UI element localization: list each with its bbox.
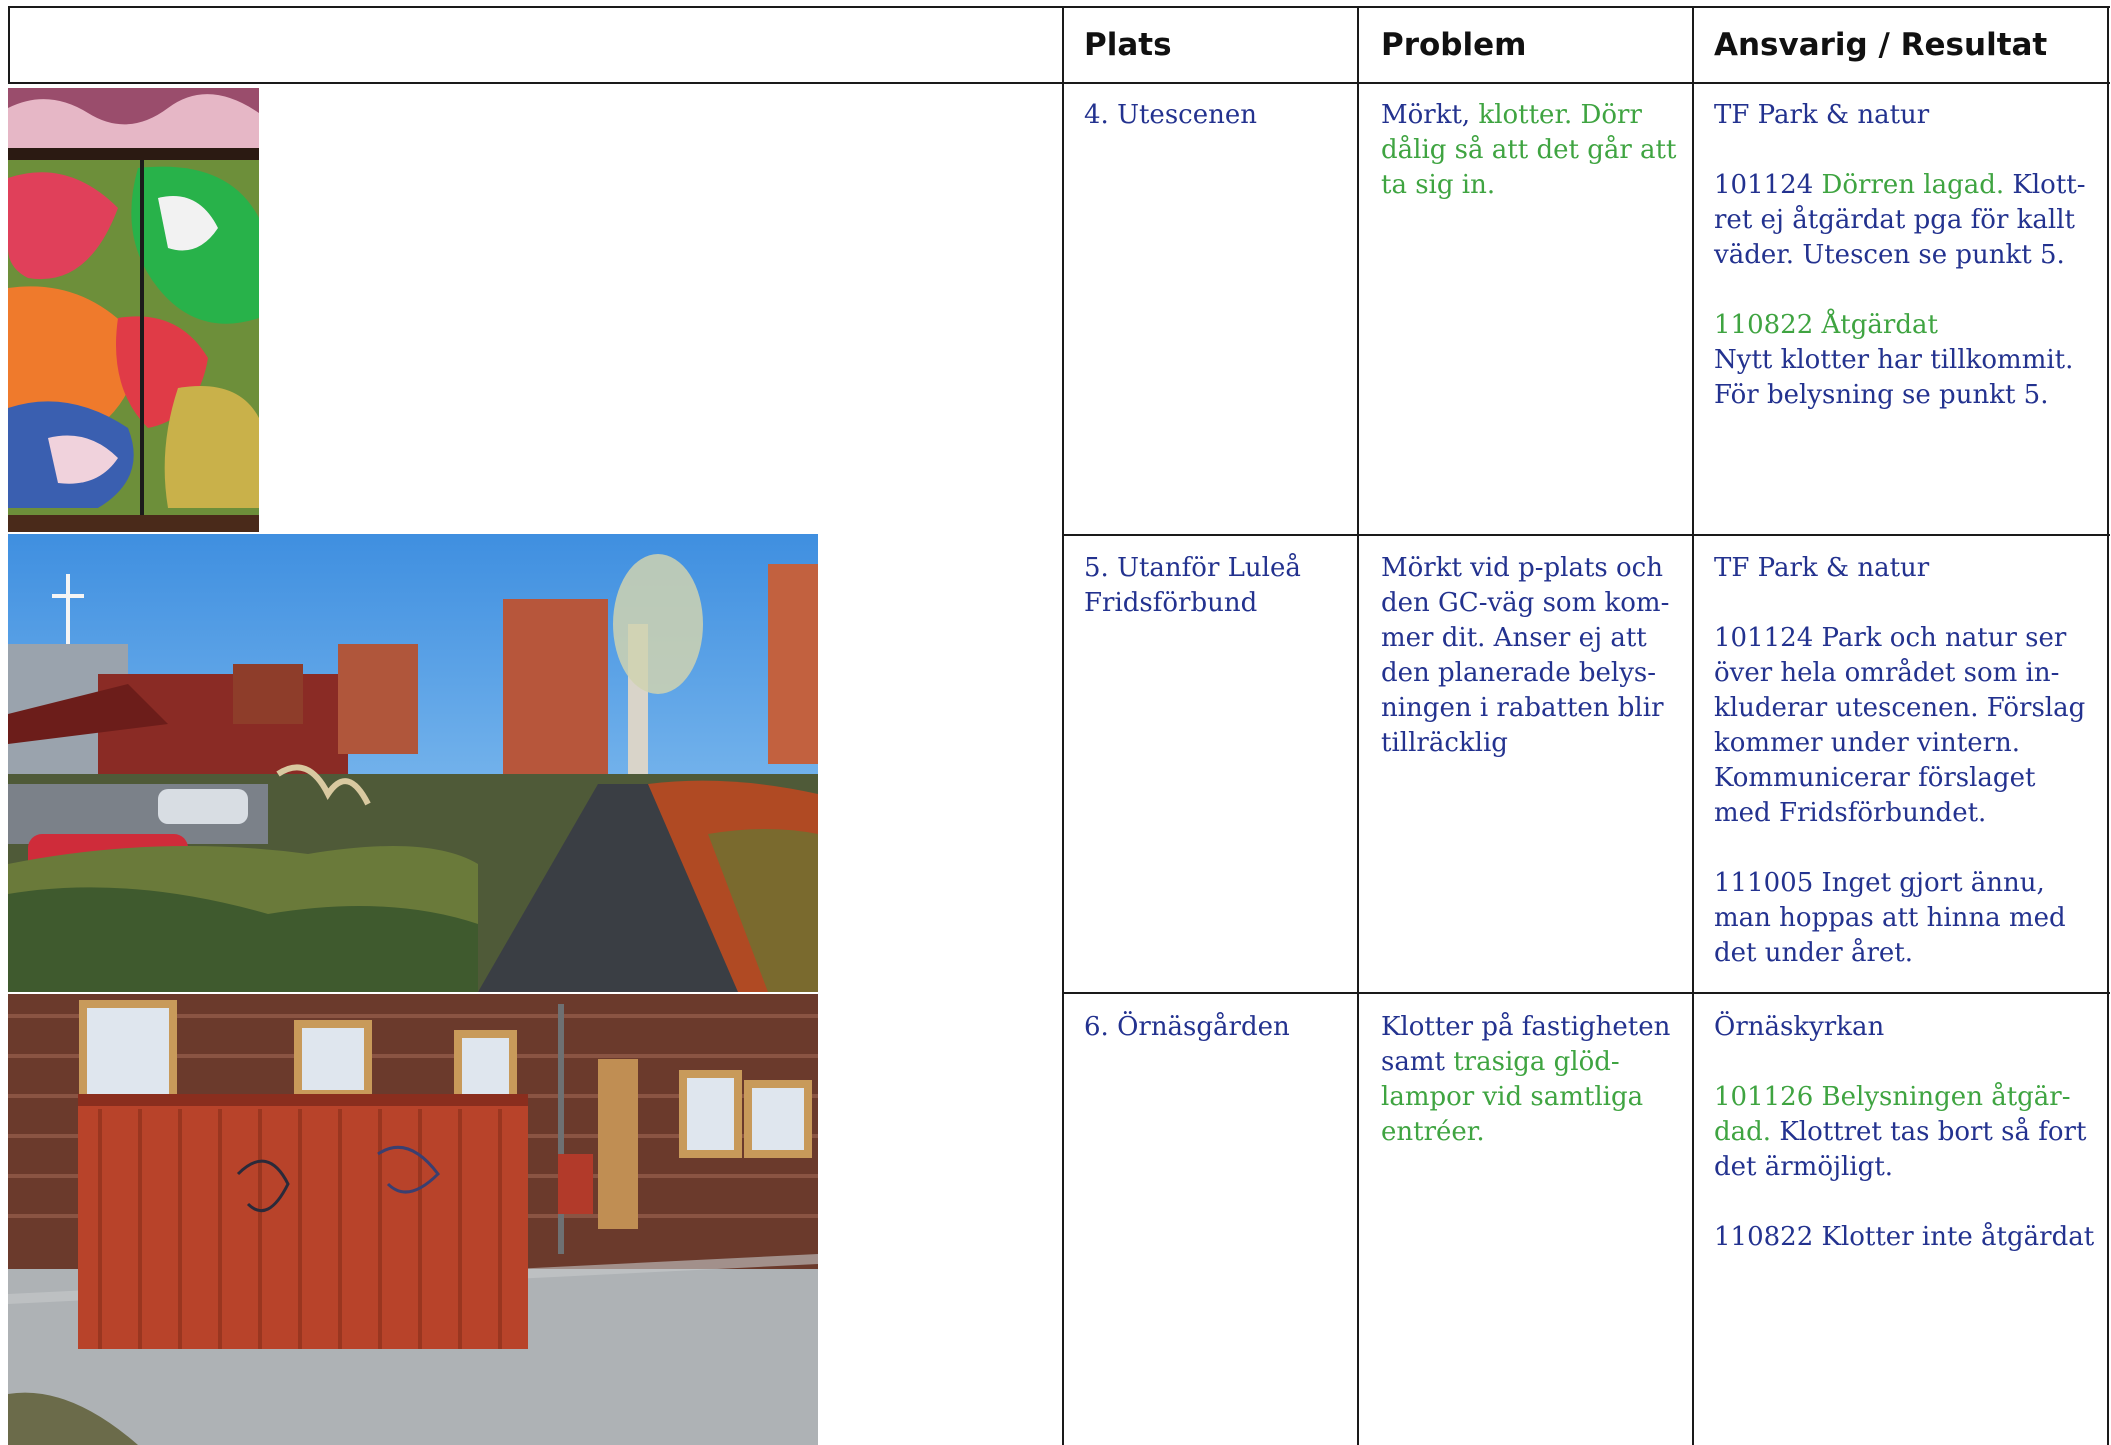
graffiti-photo bbox=[8, 88, 259, 532]
row5-problem: Mörkt vid p-plats och den GC-väg som kom… bbox=[1381, 551, 1681, 761]
row6-owner: Örnäskyrkan bbox=[1714, 1012, 1885, 1042]
row4-update-2-green: 110822 Åtgärdat bbox=[1714, 310, 1938, 340]
row4-plats: 4. Utescenen bbox=[1084, 98, 1346, 133]
row5-problem-text: Mörkt vid p-plats och den GC-väg som kom… bbox=[1381, 553, 1670, 758]
header-plats: Plats bbox=[1084, 6, 1344, 84]
row6-problem-text: Klotter på fastigheten samt trasiga glöd… bbox=[1381, 1010, 1681, 1150]
col-divider-photo-plats bbox=[1062, 6, 1064, 1445]
row4-problem-text: Mörkt, klotter. Dörr dålig så att det gå… bbox=[1381, 98, 1681, 203]
path-photo bbox=[8, 534, 818, 992]
col-divider-plats-problem bbox=[1357, 6, 1359, 1445]
document-page: Plats Problem Ansvarig / Resultat 4. Ute… bbox=[0, 0, 2111, 1445]
table-right-border bbox=[2107, 6, 2109, 1445]
row5-plats-text: 5. Utanför Luleå Fridsförbund bbox=[1084, 553, 1301, 618]
row6-plats-text: 6. Örnäsgården bbox=[1084, 1012, 1290, 1042]
row5-ansvarig: TF Park & natur 101124 Park och natur se… bbox=[1714, 551, 2098, 971]
row-divider-2 bbox=[1062, 992, 2110, 994]
row4-update-1: 101124 Dörren lagad. Klott-ret ej åtgärd… bbox=[1714, 168, 2098, 273]
row6-problem: Klotter på fastigheten samt trasiga glöd… bbox=[1381, 1010, 1681, 1150]
row4-problem: Mörkt, klotter. Dörr dålig så att det gå… bbox=[1381, 98, 1681, 203]
row5-plats: 5. Utanför Luleå Fridsförbund bbox=[1084, 551, 1346, 621]
shed-photo bbox=[8, 994, 818, 1445]
col-divider-problem-ansvarig bbox=[1692, 6, 1694, 1445]
table-left-border bbox=[8, 6, 10, 84]
row6-ansvarig: Örnäskyrkan 101126 Belysningen åtgär-dad… bbox=[1714, 1010, 2098, 1255]
row6-plats: 6. Örnäsgården bbox=[1084, 1010, 1346, 1045]
header-problem: Problem bbox=[1381, 6, 1681, 84]
header-ansvarig: Ansvarig / Resultat bbox=[1714, 6, 2104, 84]
row5-owner: TF Park & natur bbox=[1714, 553, 1930, 583]
row5-update-2: 111005 Inget gjort ännu, man hoppas att … bbox=[1714, 868, 2066, 968]
row6-update-1: 101126 Belysningen åtgär-dad. Klottret t… bbox=[1714, 1080, 2098, 1185]
row5-update-1: 101124 Park och natur ser över hela områ… bbox=[1714, 623, 2086, 828]
row-divider-1 bbox=[1062, 534, 2110, 536]
header-ansvarig-label: Ansvarig / Resultat bbox=[1714, 27, 2048, 63]
row4-problem-part1: Mörkt, bbox=[1381, 100, 1479, 130]
row4-owner: TF Park & natur bbox=[1714, 100, 1930, 130]
row4-update-2-rest: Nytt klotter har tillkommit. För belysni… bbox=[1714, 345, 2074, 410]
row6-update-2: 110822 Klotter inte åtgärdat bbox=[1714, 1222, 2095, 1252]
row4-plats-text: 4. Utescenen bbox=[1084, 100, 1257, 130]
header-plats-label: Plats bbox=[1084, 27, 1172, 63]
row4-update-1-date: 101124 bbox=[1714, 170, 1822, 200]
header-problem-label: Problem bbox=[1381, 27, 1527, 63]
row4-ansvarig: TF Park & natur 101124 Dörren lagad. Klo… bbox=[1714, 98, 2098, 413]
row4-update-1-green: Dörren lagad. bbox=[1821, 170, 2005, 200]
